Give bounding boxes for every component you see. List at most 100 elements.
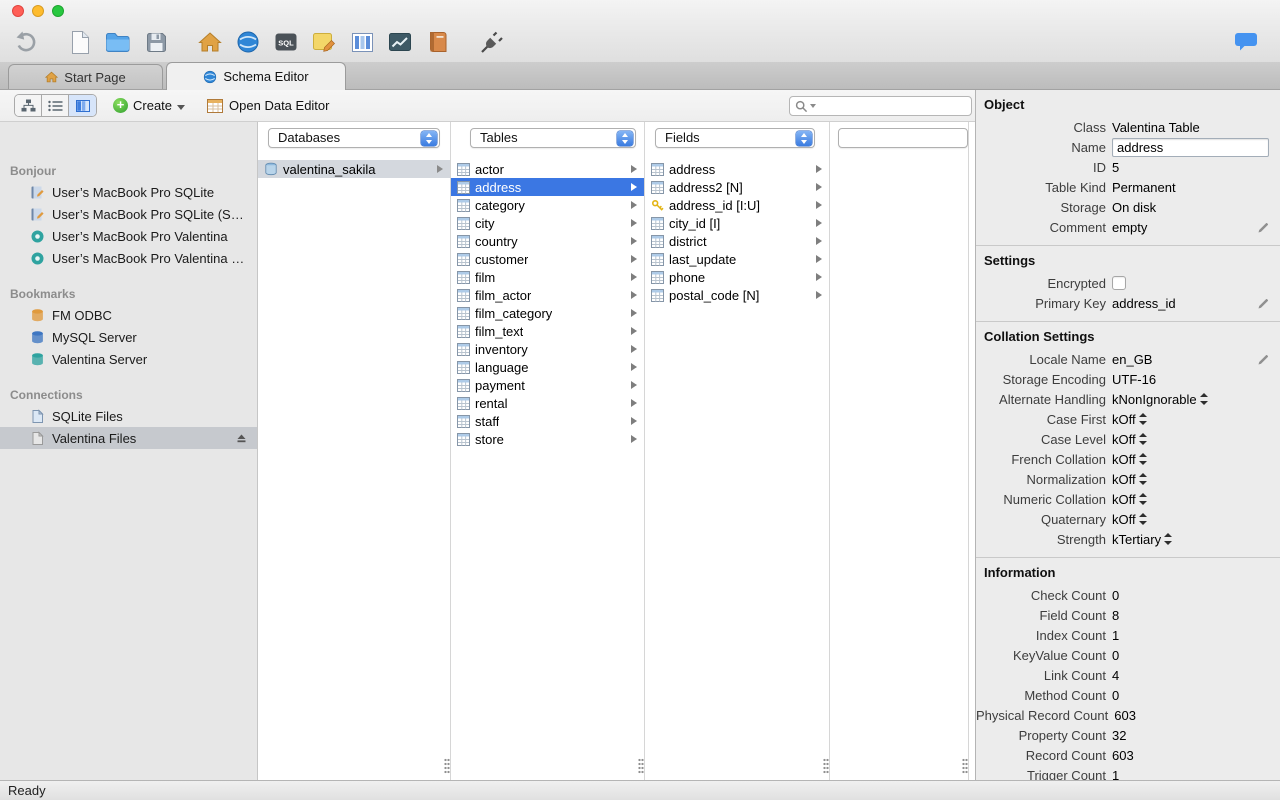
start-page-home-icon[interactable] (194, 26, 226, 58)
table-row[interactable]: film_category (451, 304, 644, 322)
form-editor-icon[interactable] (346, 26, 378, 58)
edit-icon[interactable] (1257, 221, 1270, 234)
field-row[interactable]: district (645, 232, 829, 250)
table-row[interactable]: address (451, 178, 644, 196)
diagram-editor-icon[interactable] (308, 26, 340, 58)
column-divider[interactable] (968, 122, 969, 780)
case-level-select[interactable]: kOff (1112, 432, 1147, 447)
column-browser: Databases Tables Fields valentina_sakila… (258, 122, 975, 780)
table-row[interactable]: film_actor (451, 286, 644, 304)
database-row[interactable]: valentina_sakila (258, 160, 450, 178)
resize-grip-icon[interactable] (962, 758, 968, 774)
field-row[interactable]: city_id [I] (645, 214, 829, 232)
inspector-section-object: Object Class Valentina Table Name ID 5 Table K… (976, 90, 1280, 246)
name-input[interactable] (1112, 137, 1269, 157)
search-input[interactable] (818, 98, 966, 114)
save-icon[interactable] (140, 26, 172, 58)
resize-grip-icon[interactable] (638, 758, 644, 774)
table-row[interactable]: payment (451, 376, 644, 394)
sidebar-item-mysql-server[interactable]: MySQL Server (0, 326, 257, 348)
chevron-right-icon (631, 165, 637, 173)
strength-select[interactable]: kTertiary (1112, 532, 1173, 547)
sidebar-item-user-s-macbook-pro-sqlite[interactable]: User’s MacBook Pro SQLite (0, 181, 257, 203)
table-row-label: film_actor (475, 287, 532, 303)
sidebar-item-user-s-macbook-pro-valentina-s[interactable]: User’s MacBook Pro Valentina (S… (0, 247, 257, 269)
table-icon (457, 234, 470, 248)
open-data-editor-button[interactable]: Open Data Editor (207, 98, 329, 113)
connect-plug-icon[interactable] (476, 26, 508, 58)
case-first-select[interactable]: kOff (1112, 412, 1147, 427)
sidebar-item-user-s-macbook-pro-valentina[interactable]: User’s MacBook Pro Valentina (0, 225, 257, 247)
inspector-row-value: address_id (1112, 296, 1176, 311)
tab-start-page[interactable]: Start Page (8, 64, 163, 89)
table-row[interactable]: actor (451, 160, 644, 178)
search-field[interactable] (789, 96, 972, 116)
sql-editor-icon[interactable]: SQL (270, 26, 302, 58)
table-row[interactable]: film (451, 268, 644, 286)
zoom-window-button[interactable] (52, 5, 64, 17)
titlebar (0, 0, 1280, 22)
inspector-row-value: On disk (1112, 200, 1156, 215)
sidebar-item-fm-odbc[interactable]: FM ODBC (0, 304, 257, 326)
edit-icon[interactable] (1257, 353, 1270, 366)
chart-editor-icon[interactable] (384, 26, 416, 58)
french-collation-select[interactable]: kOff (1112, 452, 1147, 467)
numeric-collation-select[interactable]: kOff (1112, 492, 1147, 507)
columns-view-button[interactable] (69, 95, 96, 116)
quaternary-select[interactable]: kOff (1112, 512, 1147, 527)
table-row[interactable]: country (451, 232, 644, 250)
fields-dropdown[interactable]: Fields (655, 128, 815, 148)
sidebar-item-valentina-server[interactable]: Valentina Server (0, 348, 257, 370)
report-book-icon[interactable] (422, 26, 454, 58)
table-row[interactable]: film_text (451, 322, 644, 340)
table-row[interactable]: language (451, 358, 644, 376)
field-row-label: postal_code [N] (669, 287, 760, 303)
databases-dropdown[interactable]: Databases (268, 128, 440, 148)
tables-dropdown[interactable]: Tables (470, 128, 636, 148)
eject-icon[interactable] (236, 433, 247, 444)
tree-view-button[interactable] (15, 95, 42, 116)
table-row[interactable]: rental (451, 394, 644, 412)
undo-icon[interactable] (10, 26, 42, 58)
table-row[interactable]: city (451, 214, 644, 232)
table-row[interactable]: store (451, 430, 644, 448)
sidebar-item-sqlite-files[interactable]: SQLite Files (0, 405, 257, 427)
next-level-dropdown[interactable] (838, 128, 968, 148)
sidebar-item-user-s-macbook-pro-sqlite-ssl[interactable]: User’s MacBook Pro SQLite (SSL) (0, 203, 257, 225)
list-view-button[interactable] (42, 95, 69, 116)
resize-grip-icon[interactable] (444, 758, 450, 774)
sidebar-item-label: User’s MacBook Pro SQLite (SSL) (52, 206, 247, 222)
minimize-window-button[interactable] (32, 5, 44, 17)
field-row[interactable]: postal_code [N] (645, 286, 829, 304)
table-row[interactable]: inventory (451, 340, 644, 358)
close-window-button[interactable] (12, 5, 24, 17)
field-row[interactable]: last_update (645, 250, 829, 268)
encrypted-checkbox[interactable] (1112, 276, 1126, 290)
dropdown-label: Databases (278, 130, 341, 145)
resize-grip-icon[interactable] (823, 758, 829, 774)
field-row[interactable]: address (645, 160, 829, 178)
value-text: 5 (1112, 159, 1120, 175)
open-folder-icon[interactable] (102, 26, 134, 58)
new-document-icon[interactable] (64, 26, 96, 58)
field-row[interactable]: address2 [N] (645, 178, 829, 196)
field-icon (651, 162, 664, 176)
column-divider[interactable] (829, 122, 830, 780)
column-divider[interactable] (644, 122, 645, 780)
table-row[interactable]: category (451, 196, 644, 214)
tab-schema-editor[interactable]: Schema Editor (166, 62, 346, 90)
column-divider[interactable] (450, 122, 451, 780)
alternate-handling-select[interactable]: kNonIgnorable (1112, 392, 1208, 407)
field-row[interactable]: phone (645, 268, 829, 286)
create-button[interactable]: + Create (113, 98, 186, 113)
table-row[interactable]: staff (451, 412, 644, 430)
edit-icon[interactable] (1257, 297, 1270, 310)
schema-editor-icon[interactable] (232, 26, 264, 58)
normalization-select[interactable]: kOff (1112, 472, 1147, 487)
table-row[interactable]: customer (451, 250, 644, 268)
sidebar-item-label: SQLite Files (52, 408, 123, 424)
inspector-row-label: Storage (1060, 199, 1106, 215)
field-row[interactable]: address_id [I:U] (645, 196, 829, 214)
sidebar-item-valentina-files[interactable]: Valentina Files (0, 427, 257, 449)
feedback-bubble-icon[interactable] (1230, 26, 1262, 58)
